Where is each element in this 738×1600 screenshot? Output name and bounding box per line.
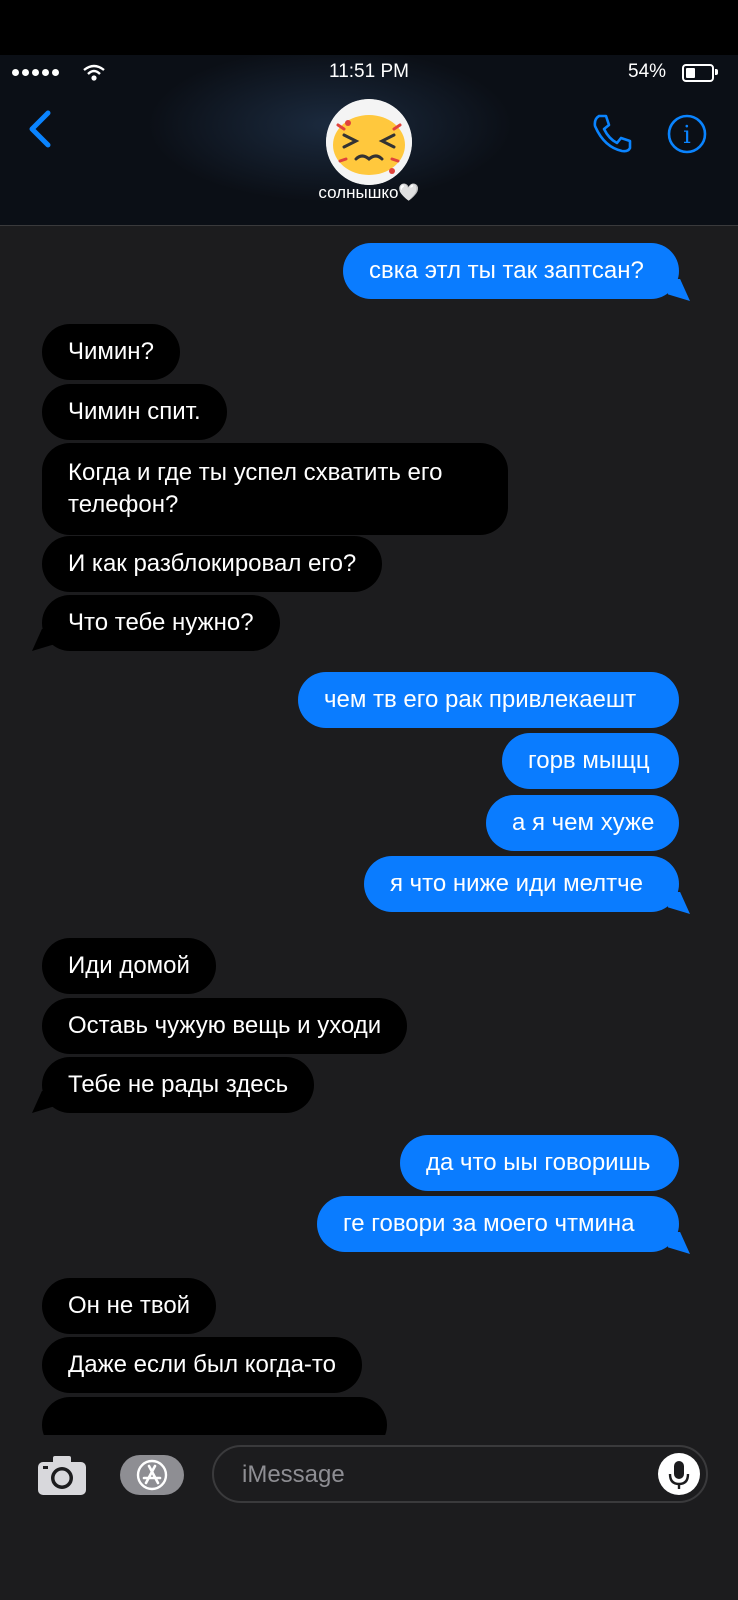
svg-text:i: i xyxy=(683,121,691,149)
message-bubble-outgoing[interactable]: чем тв его рак привлекаешт xyxy=(298,672,679,728)
message-bubble-incoming-partial[interactable] xyxy=(42,1397,387,1435)
message-bubble-incoming[interactable]: Тебе не рады здесь xyxy=(42,1057,315,1113)
chevron-left-icon[interactable] xyxy=(24,107,60,151)
app-store-glyph-icon xyxy=(136,1459,168,1491)
message-bubble-outgoing[interactable]: ге говори за моего чтмина xyxy=(317,1196,679,1252)
avatar[interactable] xyxy=(326,99,412,185)
message-composer: iMessage xyxy=(0,1435,738,1600)
contact-name[interactable]: солнышко🤍 xyxy=(0,183,738,203)
message-bubble-incoming[interactable]: И как разблокировал его? xyxy=(42,536,383,592)
message-thread[interactable]: свка этл ты так заптсан? Чимин? Чимин сп… xyxy=(0,225,738,1435)
info-icon[interactable]: i xyxy=(666,113,708,155)
message-bubble-incoming[interactable]: Когда и где ты успел схватить его телефо… xyxy=(42,443,508,535)
message-bubble-outgoing[interactable]: свка этл ты так заптсан? xyxy=(343,243,679,299)
top-black-strip xyxy=(0,0,738,55)
input-placeholder: iMessage xyxy=(242,1461,345,1488)
camera-icon[interactable] xyxy=(36,1453,88,1497)
message-bubble-incoming[interactable]: Даже если был когда-то xyxy=(42,1337,362,1393)
mic-glyph-icon xyxy=(668,1461,690,1489)
battery-icon xyxy=(682,64,718,82)
bubble-tail xyxy=(668,1232,690,1254)
message-bubble-outgoing[interactable]: горв мыщц xyxy=(502,733,679,789)
message-bubble-incoming[interactable]: Иди домой xyxy=(42,938,216,994)
imessage-input[interactable]: iMessage xyxy=(212,1445,708,1503)
message-bubble-incoming[interactable]: Он не твой xyxy=(42,1278,217,1334)
bubble-tail xyxy=(32,1091,54,1113)
bubble-tail xyxy=(668,279,690,301)
message-bubble-incoming[interactable]: Чимин? xyxy=(42,324,180,380)
microphone-icon[interactable] xyxy=(658,1453,700,1495)
message-bubble-outgoing[interactable]: а я чем хуже xyxy=(486,795,679,851)
message-bubble-outgoing[interactable]: да что ыы говоришь xyxy=(400,1135,679,1191)
message-bubble-incoming[interactable]: Чимин спит. xyxy=(42,384,227,440)
message-bubble-incoming[interactable]: Что тебе нужно? xyxy=(42,595,280,651)
message-bubble-incoming[interactable]: Оставь чужую вещь и уходи xyxy=(42,998,408,1054)
phone-icon[interactable] xyxy=(590,111,634,155)
conversation-header: 11:51 PM 54% солнышко🤍 i xyxy=(0,55,738,226)
bubble-tail xyxy=(32,629,54,651)
battery-percentage: 54% xyxy=(628,61,667,82)
bubble-tail xyxy=(668,892,690,914)
message-bubble-outgoing[interactable]: я что ниже иди мелтче xyxy=(364,856,679,912)
app-store-icon[interactable] xyxy=(120,1455,184,1495)
emoji-avatar-icon xyxy=(326,99,412,185)
